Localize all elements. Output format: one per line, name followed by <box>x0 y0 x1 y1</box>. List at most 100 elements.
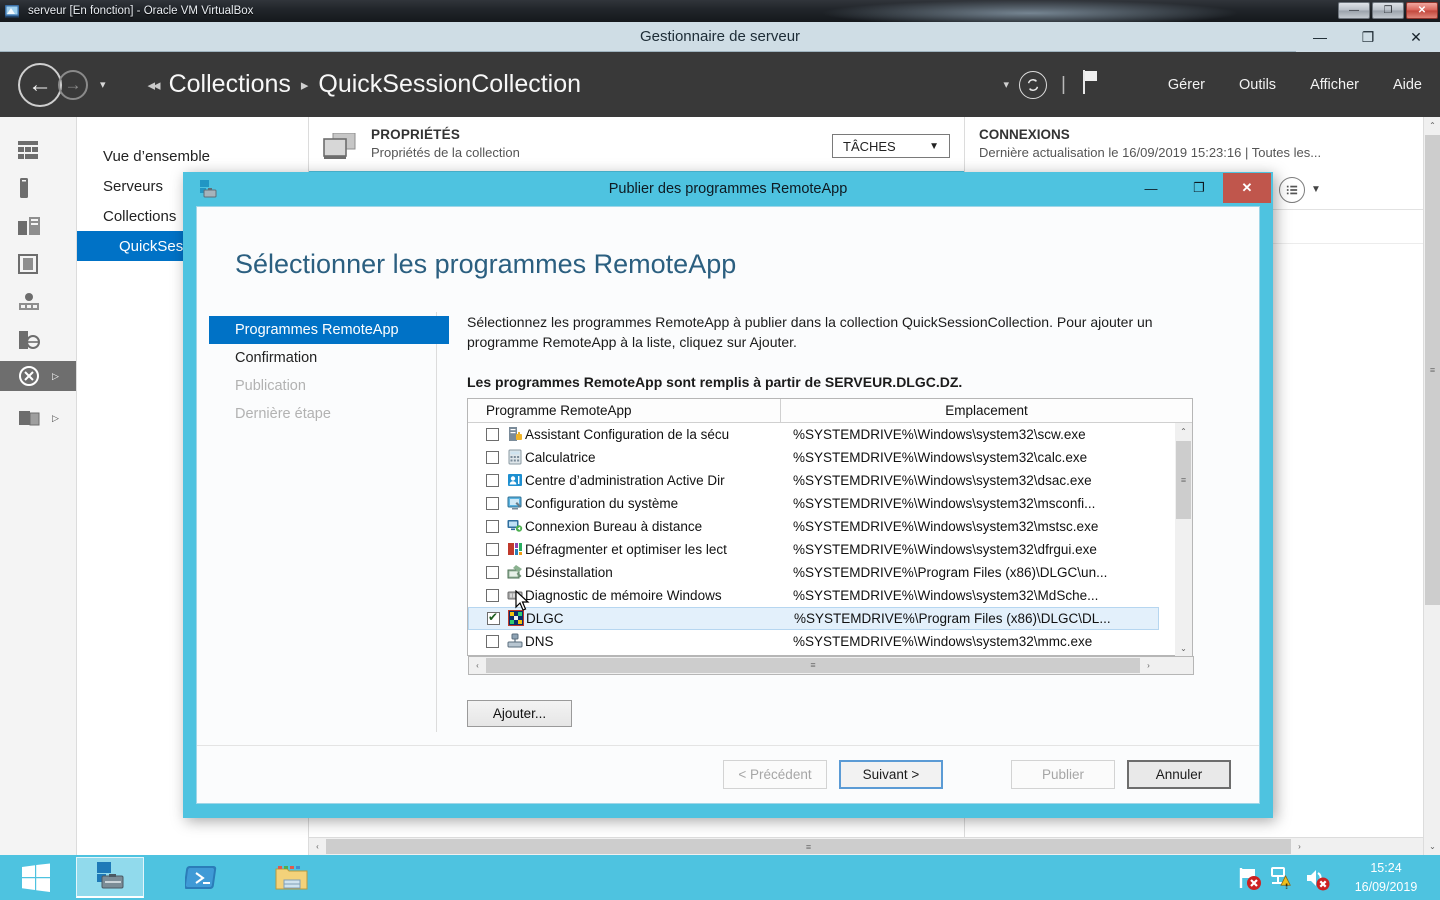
hscroll-thumb[interactable]: ≡ <box>326 839 1291 854</box>
history-dropdown-caret[interactable]: ▾ <box>100 78 106 91</box>
scroll-right-arrow-icon[interactable]: › <box>1291 838 1308 855</box>
dialog-close-button[interactable]: ✕ <box>1223 173 1271 203</box>
flag-error-icon[interactable] <box>1236 865 1262 891</box>
row-checkbox[interactable] <box>486 520 499 533</box>
cancel-button[interactable]: Annuler <box>1127 760 1231 789</box>
rail-item-collections[interactable]: ▷ <box>0 361 76 391</box>
row-checkbox[interactable] <box>486 474 499 487</box>
table-row[interactable]: DNS %SYSTEMDRIVE%\Windows\system32\mmc.e… <box>468 630 1159 653</box>
row-program-cell[interactable]: Assistant Configuration de la sécu <box>468 426 781 442</box>
command-caret-icon[interactable]: ▾ <box>1003 78 1009 91</box>
active-directory-admin-center-icon <box>507 472 523 488</box>
menu-item-afficher[interactable]: Afficher <box>1310 77 1359 93</box>
list-scroll-down-arrow-icon[interactable]: ⌄ <box>1175 640 1192 657</box>
scroll-thumb[interactable]: ≡ <box>1425 135 1440 605</box>
volume-muted-icon[interactable] <box>1304 865 1330 891</box>
breadcrumb-collapse-icon[interactable]: ◂◂ <box>148 76 159 94</box>
scroll-left-arrow-icon[interactable]: ‹ <box>309 838 326 855</box>
step-confirmation[interactable]: Confirmation <box>209 344 449 372</box>
list-view-icon[interactable] <box>1279 177 1305 203</box>
table-row[interactable]: Centre d’administration Active Dir %SYST… <box>468 469 1159 492</box>
row-program-cell[interactable]: DNS <box>468 633 781 649</box>
table-row[interactable]: Configuration du système %SYSTEMDRIVE%\W… <box>468 492 1159 515</box>
list-scroll-left-arrow-icon[interactable]: ‹ <box>469 657 486 674</box>
table-row[interactable]: Diagnostic de mémoire Windows %SYSTEMDRI… <box>468 584 1159 607</box>
row-checkbox[interactable] <box>486 566 499 579</box>
row-program-cell[interactable]: Centre d’administration Active Dir <box>468 472 781 488</box>
row-program-cell[interactable]: Désinstallation <box>468 564 781 580</box>
row-checkbox[interactable] <box>486 497 499 510</box>
table-row[interactable]: Désinstallation %SYSTEMDRIVE%\Program Fi… <box>468 561 1159 584</box>
tasks-dropdown[interactable]: TÂCHES ▼ <box>832 134 950 158</box>
list-scroll-up-arrow-icon[interactable]: ⌃ <box>1175 423 1192 440</box>
server-manager-window-controls: — ❐ ✕ <box>1296 22 1440 52</box>
list-scroll-right-arrow-icon[interactable]: › <box>1140 657 1157 674</box>
chevron-right-icon-2[interactable]: ▷ <box>52 413 59 424</box>
row-checkbox[interactable] <box>486 543 499 556</box>
scroll-up-arrow-icon[interactable]: ⌃ <box>1424 117 1440 134</box>
dialog-content: Sélectionner les programmes RemoteApp Pr… <box>196 206 1260 804</box>
sidebar-item-overview[interactable]: Vue d’ensemble <box>77 141 308 171</box>
menu-item-outils[interactable]: Outils <box>1239 77 1276 93</box>
sm-restore-button[interactable]: ❐ <box>1344 22 1392 52</box>
table-row[interactable]: Calculatrice %SYSTEMDRIVE%\Windows\syste… <box>468 446 1159 469</box>
rail-item-dashboard[interactable] <box>0 135 76 165</box>
table-row[interactable]: Défragmenter et optimiser les lect %SYST… <box>468 538 1159 561</box>
refresh-icon[interactable] <box>1019 71 1047 99</box>
row-program-cell[interactable]: Connexion Bureau à distance <box>468 518 781 534</box>
rail-item-all-servers[interactable] <box>0 211 76 241</box>
row-checkbox[interactable] <box>486 428 499 441</box>
taskbar-clock[interactable]: 15:24 16/09/2019 <box>1338 859 1434 895</box>
file-explorer-taskbar-icon[interactable] <box>258 857 326 898</box>
column-header-program[interactable]: Programme RemoteApp <box>468 399 781 422</box>
content-vertical-scrollbar[interactable]: ⌃ ≡ ⌄ <box>1423 117 1440 855</box>
row-checkbox[interactable] <box>486 451 499 464</box>
add-button[interactable]: Ajouter... <box>467 700 572 727</box>
rail-item-remote-desktop-services[interactable] <box>0 287 76 317</box>
breadcrumb-item-collections[interactable]: Collections <box>169 70 291 99</box>
step-programmes-remoteapp[interactable]: Programmes RemoteApp <box>209 316 449 344</box>
vbox-restore-button[interactable]: ❐ <box>1372 2 1404 19</box>
forward-button[interactable]: → <box>58 70 88 100</box>
list-scroll-thumb[interactable]: ≡ <box>1176 441 1191 519</box>
table-row[interactable]: Assistant Configuration de la sécu %SYST… <box>468 423 1159 446</box>
rail-item-local-server[interactable] <box>0 173 76 203</box>
row-checkbox[interactable] <box>486 635 499 648</box>
flag-icon[interactable] <box>1080 69 1100 100</box>
content-horizontal-scrollbar[interactable]: ‹ ≡ › <box>309 837 1423 855</box>
row-program-cell[interactable]: Calculatrice <box>468 449 781 465</box>
menu-item-aide[interactable]: Aide <box>1393 77 1422 93</box>
row-checkbox[interactable] <box>487 612 500 625</box>
windows-start-icon[interactable] <box>0 855 72 900</box>
menu-item-gerer[interactable]: Gérer <box>1168 77 1205 93</box>
connections-subtitle: Dernière actualisation le 16/09/2019 15:… <box>979 145 1440 160</box>
row-program-cell[interactable]: Configuration du système <box>468 495 781 511</box>
vbox-close-button[interactable]: ✕ <box>1406 2 1438 19</box>
dialog-minimize-button[interactable]: — <box>1127 173 1175 203</box>
column-header-location[interactable]: Emplacement <box>781 399 1192 422</box>
rail-item-file-services[interactable] <box>0 249 76 279</box>
row-program-cell[interactable]: Défragmenter et optimiser les lect <box>468 541 781 557</box>
list-vertical-scrollbar[interactable]: ⌃ ≡ ⌄ <box>1175 423 1192 657</box>
server-manager-command-bar: ← → ▾ ◂◂ Collections ▸ QuickSessionColle… <box>0 52 1440 117</box>
powershell-taskbar-icon[interactable] <box>168 857 236 898</box>
sm-minimize-button[interactable]: — <box>1296 22 1344 52</box>
back-button[interactable]: ← <box>18 63 62 107</box>
rail-item-quick-session-collection[interactable]: ▷ <box>0 403 76 433</box>
breadcrumb-item-collection[interactable]: QuickSessionCollection <box>318 70 581 99</box>
view-dropdown-caret[interactable]: ▼ <box>1311 184 1321 195</box>
chevron-right-icon[interactable]: ▷ <box>52 371 59 382</box>
list-horizontal-scrollbar[interactable]: ‹ ≡ › <box>468 656 1194 675</box>
list-hscroll-thumb[interactable]: ≡ <box>486 658 1140 673</box>
table-row-selected[interactable]: DLGC %SYSTEMDRIVE%\Program Files (x86)\D… <box>468 607 1159 630</box>
dialog-restore-button[interactable]: ❐ <box>1175 173 1223 203</box>
network-warning-icon[interactable] <box>1270 865 1296 891</box>
scroll-down-arrow-icon[interactable]: ⌄ <box>1424 838 1440 855</box>
server-manager-taskbar-icon[interactable] <box>76 857 144 898</box>
table-row[interactable]: Connexion Bureau à distance %SYSTEMDRIVE… <box>468 515 1159 538</box>
rail-item-iis[interactable] <box>0 325 76 355</box>
vbox-minimize-button[interactable]: — <box>1338 2 1370 19</box>
row-checkbox[interactable] <box>486 589 499 602</box>
next-button[interactable]: Suivant > <box>839 760 943 789</box>
sm-close-button[interactable]: ✕ <box>1392 22 1440 52</box>
